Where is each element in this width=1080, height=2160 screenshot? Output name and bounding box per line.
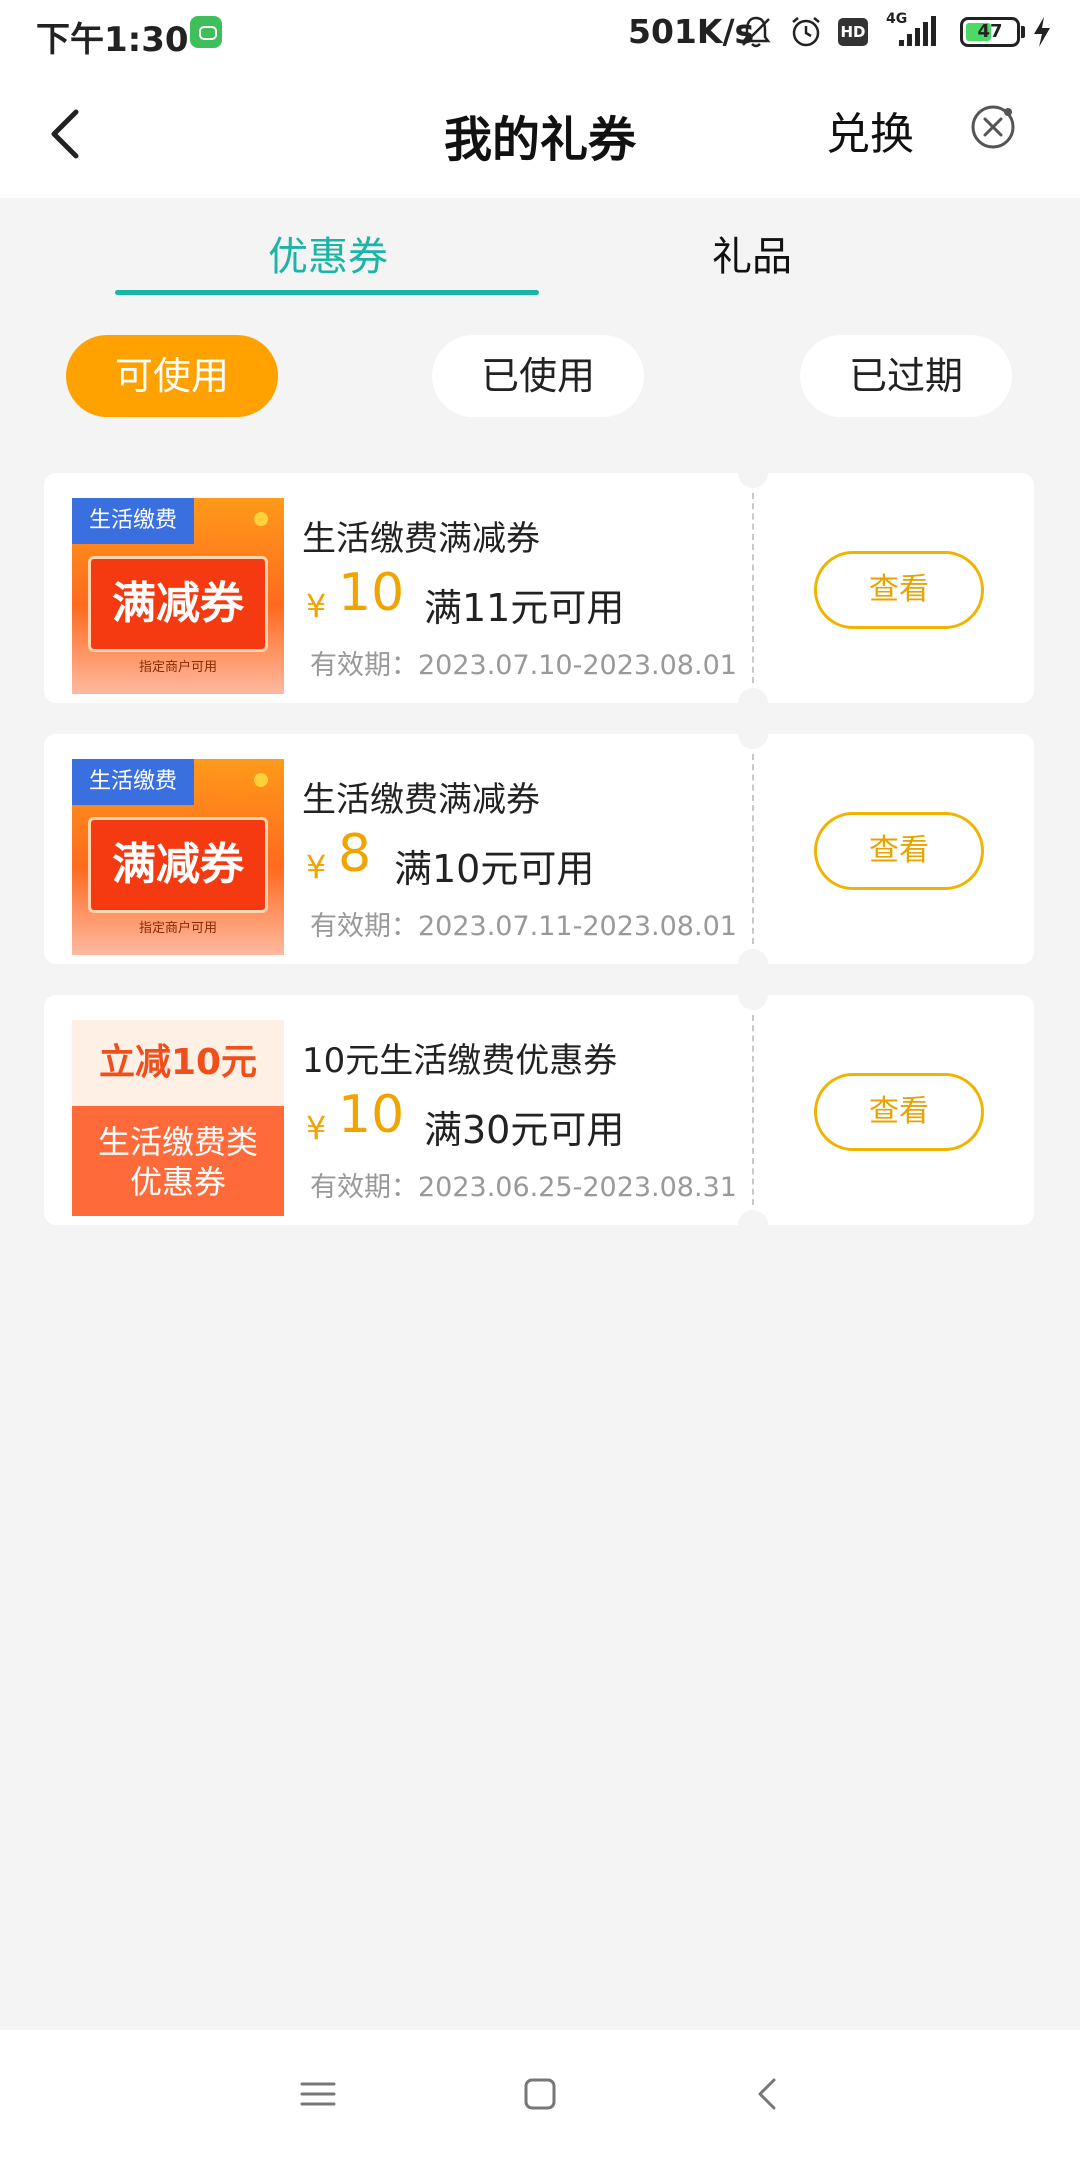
coupon-condition: 满30元可用 [424,1108,625,1152]
coupon-card[interactable]: 立减10元 生活缴费类 优惠券 10元生活缴费优惠券 ¥ 10 满30元可用 有… [44,980,1034,1240]
nav-back-icon[interactable] [746,2072,790,2116]
battery-tip [1021,26,1025,38]
active-tab-indicator [115,290,539,295]
thumb-main-text: 满减券 [88,556,268,652]
coupon-amount: 8 [338,824,372,884]
battery-icon: 47 [960,17,1020,47]
coupon-validity: 有效期：2023.07.11-2023.08.01 [310,911,737,942]
thumb-main-text: 满减券 [88,817,268,913]
close-circle-icon[interactable] [968,102,1018,152]
network-speed: 501K/s [628,12,755,51]
alarm-icon [792,17,820,47]
view-coupon-button[interactable]: 查看 [814,812,984,890]
thumb-tag: 生活缴费 [72,498,194,544]
thumb-decoration [254,512,268,526]
thumb-main-text: 立减10元 [72,1020,284,1106]
app-notification-icon [190,16,222,48]
home-square-icon[interactable] [518,2072,562,2116]
view-coupon-button[interactable]: 查看 [814,551,984,629]
coupon-thumbnail: 生活缴费 满减券 指定商户可用 [72,498,284,694]
coupon-condition: 满11元可用 [424,586,625,630]
exchange-button[interactable]: 兑换 [826,98,914,162]
coupon-amount: 10 [338,1085,405,1145]
app-header: 我的礼券 兑换 [0,70,1080,198]
filter-available[interactable]: 可使用 [66,335,278,417]
coupon-divider [752,493,754,683]
coupon-title: 10元生活缴费优惠券 [302,1041,618,1081]
coupon-title: 生活缴费满减券 [302,780,540,820]
coupon-thumbnail: 生活缴费 满减券 指定商户可用 [72,759,284,955]
status-time: 下午1:30 [36,20,189,60]
tab-coupons[interactable]: 优惠券 [268,224,388,282]
thumb-caption: 生活缴费类 优惠券 [72,1122,284,1202]
signal-icon [899,16,936,46]
coupon-validity: 有效期：2023.07.10-2023.08.01 [310,650,737,681]
coupon-condition: 满10元可用 [394,847,595,891]
thumb-small-text: 指定商户可用 [138,921,217,936]
status-bar: 下午1:30 501K/s HD 4G 47 [0,0,1080,70]
coupon-thumbnail: 立减10元 生活缴费类 优惠券 [72,1020,284,1216]
thumb-small-text: 指定商户可用 [138,660,217,675]
coupon-tabs: 优惠券 礼品 [0,198,1080,298]
coupon-divider [752,754,754,944]
system-nav-bar [0,2030,1080,2160]
filter-used[interactable]: 已使用 [432,335,644,417]
currency-symbol: ¥ [306,1109,327,1147]
coupon-title: 生活缴费满减券 [302,519,540,559]
filter-expired[interactable]: 已过期 [800,335,1012,417]
thumb-caption-line2: 优惠券 [129,1163,226,1201]
thumb-decoration [254,773,268,787]
charging-bolt-icon [1034,17,1050,47]
coupon-card[interactable]: 生活缴费 满减券 指定商户可用 生活缴费满减券 ¥ 10 满11元可用 有效期：… [44,458,1034,718]
currency-symbol: ¥ [306,848,327,886]
mute-bell-icon [741,16,771,48]
coupon-validity: 有效期：2023.06.25-2023.08.31 [310,1172,737,1203]
coupon-amount: 10 [338,563,405,623]
tab-gifts[interactable]: 礼品 [712,224,792,282]
thumb-tag: 生活缴费 [72,759,194,805]
coupon-card[interactable]: 生活缴费 满减券 指定商户可用 生活缴费满减券 ¥ 8 满10元可用 有效期：2… [44,719,1034,979]
coupon-divider [752,1015,754,1205]
view-coupon-button[interactable]: 查看 [814,1073,984,1151]
currency-symbol: ¥ [306,587,327,625]
battery-level: 47 [977,21,1003,42]
hd-icon: HD [838,18,868,46]
page-title: 我的礼券 [443,112,636,168]
menu-icon[interactable] [296,2072,340,2116]
thumb-caption-line1: 生活缴费类 [97,1123,258,1161]
